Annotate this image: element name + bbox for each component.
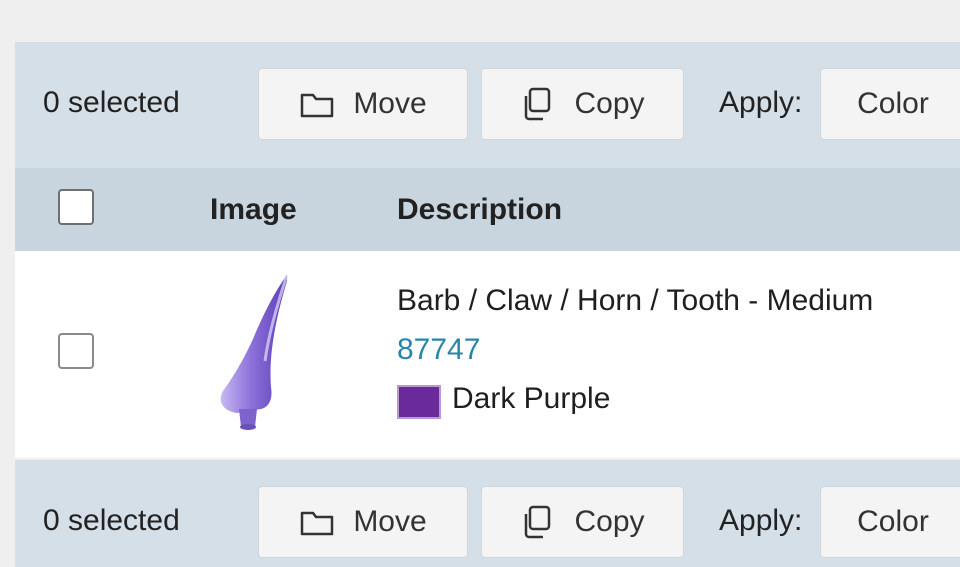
- copy-label-bottom: Copy: [574, 505, 645, 538]
- table-row: Barb / Claw / Horn / Tooth - Medium 8774…: [15, 251, 960, 458]
- copy-button-bottom[interactable]: Copy: [481, 486, 684, 558]
- move-button-bottom[interactable]: Move: [258, 486, 468, 558]
- bottom-toolbar: 0 selected Move Copy Apply: Color: [15, 460, 960, 567]
- copy-button[interactable]: Copy: [481, 68, 684, 140]
- color-label-bottom: Color: [857, 505, 929, 538]
- copy-label: Copy: [574, 87, 645, 120]
- row-checkbox[interactable]: [58, 333, 94, 369]
- move-label: Move: [353, 87, 427, 120]
- selected-count: 0 selected: [43, 86, 180, 119]
- color-button-bottom[interactable]: Color: [820, 486, 960, 558]
- move-button[interactable]: Move: [258, 68, 468, 140]
- folder-icon: [299, 86, 335, 122]
- table-header: Image Description: [15, 168, 960, 251]
- image-column-header: Image: [210, 193, 297, 226]
- select-all-checkbox[interactable]: [58, 189, 94, 225]
- apply-label-bottom: Apply:: [719, 504, 803, 537]
- copy-icon: [520, 86, 556, 122]
- color-label: Color: [857, 87, 929, 120]
- description-column-header: Description: [397, 193, 563, 226]
- apply-label: Apply:: [719, 86, 803, 119]
- selected-count-bottom: 0 selected: [43, 504, 180, 537]
- top-toolbar: 0 selected Move Copy Apply: Color: [15, 42, 960, 168]
- copy-icon: [520, 504, 556, 540]
- part-image[interactable]: [205, 269, 305, 444]
- move-label-bottom: Move: [353, 505, 427, 538]
- part-title: Barb / Claw / Horn / Tooth - Medium: [397, 284, 874, 317]
- folder-icon: [299, 504, 335, 540]
- part-number-link[interactable]: 87747: [397, 333, 480, 367]
- color-name: Dark Purple: [452, 382, 611, 415]
- color-swatch: [397, 385, 441, 419]
- color-button[interactable]: Color: [820, 68, 960, 140]
